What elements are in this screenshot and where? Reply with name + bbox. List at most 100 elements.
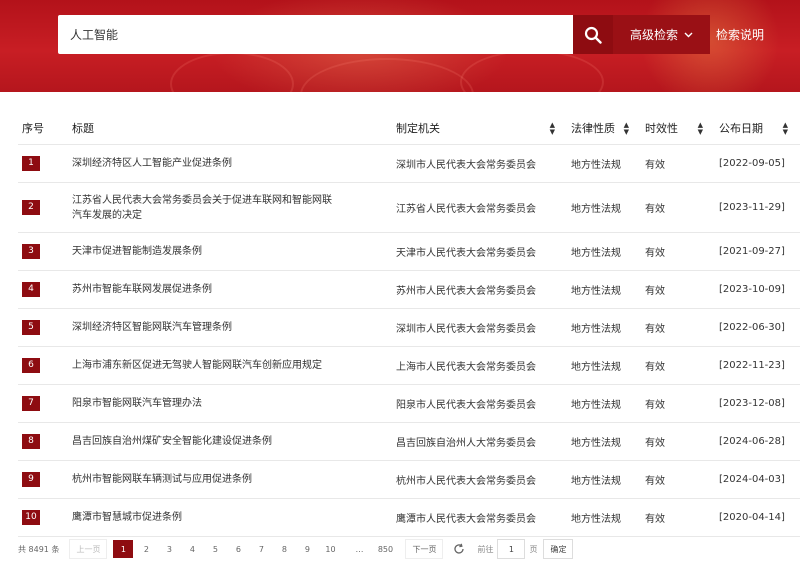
table-row[interactable]: 10 鹰潭市智慧城市促进条例 鹰潭市人民代表大会常务委员会 地方性法规 有效 [… xyxy=(18,498,800,537)
table-row[interactable]: 3 天津市促进智能制造发展条例 天津市人民代表大会常务委员会 地方性法规 有效 … xyxy=(18,232,800,271)
search-input[interactable] xyxy=(58,15,573,54)
row-validity: 有效 xyxy=(641,182,715,233)
table-row[interactable]: 6 上海市浦东新区促进无驾驶人智能网联汽车创新应用规定 上海市人民代表大会常务委… xyxy=(18,346,800,385)
page-button-5[interactable]: 5 xyxy=(205,540,225,558)
page-button-7[interactable]: 7 xyxy=(251,540,271,558)
prev-page-button[interactable]: 上一页 xyxy=(69,539,108,559)
page-button-10[interactable]: 10 xyxy=(320,540,340,558)
goto-suffix-label: 页 xyxy=(529,544,538,554)
row-title-link[interactable]: 上海市浦东新区促进无驾驶人智能网联汽车创新应用规定 xyxy=(68,346,392,385)
row-title-link[interactable]: 深圳经济特区人工智能产业促进条例 xyxy=(68,144,392,183)
table-row[interactable]: 2 江苏省人民代表大会常务委员会关于促进车联网和智能网联汽车发展的决定 江苏省人… xyxy=(18,182,800,233)
table-row[interactable]: 9 杭州市智能网联车辆测试与应用促进条例 杭州市人民代表大会常务委员会 地方性法… xyxy=(18,460,800,499)
refresh-icon xyxy=(454,543,465,554)
results-table: 序号 标题 制定机关 ▲ ▼ 法律性质 ▲ ▼ 时效性 ▲ ▼ 公布日期 ▲ ▼ 1 深圳经济特… xyxy=(18,92,800,537)
header-banner: 高级检索 检索说明 xyxy=(0,0,800,92)
row-validity: 有效 xyxy=(641,346,715,385)
page-button-1[interactable]: 1 xyxy=(113,540,134,558)
column-header-agency[interactable]: 制定机关 ▲ ▼ xyxy=(392,92,567,145)
row-agency: 阳泉市人民代表大会常务委员会 xyxy=(392,384,567,423)
table-header-row: 序号 标题 制定机关 ▲ ▼ 法律性质 ▲ ▼ 时效性 ▲ ▼ 公布日期 ▲ ▼ xyxy=(18,92,800,145)
page-button-2[interactable]: 2 xyxy=(136,540,156,558)
page-button-9[interactable]: 9 xyxy=(297,540,317,558)
column-header-nature[interactable]: 法律性质 ▲ ▼ xyxy=(567,92,641,145)
row-number-badge: 2 xyxy=(22,200,40,215)
column-header-title: 标题 xyxy=(68,92,392,145)
row-validity: 有效 xyxy=(641,460,715,499)
refresh-button[interactable] xyxy=(453,543,465,555)
sort-icon[interactable]: ▲ ▼ xyxy=(550,122,555,136)
next-page-button[interactable]: 下一页 xyxy=(405,539,444,559)
chevron-down-icon xyxy=(684,32,693,37)
row-agency: 苏州市人民代表大会常务委员会 xyxy=(392,270,567,309)
table-row[interactable]: 8 昌吉回族自治州煤矿安全智能化建设促进条例 昌吉回族自治州人大常务委员会 地方… xyxy=(18,422,800,461)
column-header-validity[interactable]: 时效性 ▲ ▼ xyxy=(641,92,715,145)
row-number-badge: 3 xyxy=(22,244,40,259)
page-button-last[interactable]: 850 xyxy=(375,540,395,558)
row-title-link[interactable]: 杭州市智能网联车辆测试与应用促进条例 xyxy=(68,460,392,499)
row-title-link[interactable]: 深圳经济特区智能网联汽车管理条例 xyxy=(68,308,392,347)
page-button-8[interactable]: 8 xyxy=(274,540,294,558)
page-button-6[interactable]: 6 xyxy=(228,540,248,558)
row-date: [2022-06-30] xyxy=(715,308,800,347)
row-number-badge: 5 xyxy=(22,320,40,335)
row-date: [2023-11-29] xyxy=(715,182,800,233)
table-row[interactable]: 5 深圳经济特区智能网联汽车管理条例 深圳市人民代表大会常务委员会 地方性法规 … xyxy=(18,308,800,347)
row-agency: 天津市人民代表大会常务委员会 xyxy=(392,232,567,271)
row-date: [2022-11-23] xyxy=(715,346,800,385)
row-validity: 有效 xyxy=(641,232,715,271)
search-help-link[interactable]: 检索说明 xyxy=(716,26,764,43)
row-title-link[interactable]: 江苏省人民代表大会常务委员会关于促进车联网和智能网联汽车发展的决定 xyxy=(68,182,392,233)
row-agency: 杭州市人民代表大会常务委员会 xyxy=(392,460,567,499)
row-agency: 上海市人民代表大会常务委员会 xyxy=(392,346,567,385)
row-number-badge: 9 xyxy=(22,472,40,487)
row-number-badge: 1 xyxy=(22,156,40,171)
search-button[interactable] xyxy=(573,15,613,54)
row-nature: 地方性法规 xyxy=(567,144,641,183)
row-nature: 地方性法规 xyxy=(567,460,641,499)
row-agency: 江苏省人民代表大会常务委员会 xyxy=(392,182,567,233)
row-number-badge: 10 xyxy=(22,510,40,525)
page-button-4[interactable]: 4 xyxy=(182,540,202,558)
row-nature: 地方性法规 xyxy=(567,308,641,347)
row-validity: 有效 xyxy=(641,308,715,347)
sort-icon[interactable]: ▲ ▼ xyxy=(783,122,788,136)
search-icon xyxy=(584,26,602,44)
table-row[interactable]: 1 深圳经济特区人工智能产业促进条例 深圳市人民代表大会常务委员会 地方性法规 … xyxy=(18,144,800,183)
goto-prefix-label: 前往 xyxy=(477,544,494,554)
row-nature: 地方性法规 xyxy=(567,498,641,537)
page-button-3[interactable]: 3 xyxy=(159,540,179,558)
row-agency: 鹰潭市人民代表大会常务委员会 xyxy=(392,498,567,537)
advanced-search-button[interactable]: 高级检索 xyxy=(613,15,710,54)
row-title-link[interactable]: 鹰潭市智慧城市促进条例 xyxy=(68,498,392,537)
row-nature: 地方性法规 xyxy=(567,422,641,461)
row-title-link[interactable]: 阳泉市智能网联汽车管理办法 xyxy=(68,384,392,423)
row-title-link[interactable]: 昌吉回族自治州煤矿安全智能化建设促进条例 xyxy=(68,422,392,461)
row-date: [2020-04-14] xyxy=(715,498,800,537)
row-date: [2024-04-03] xyxy=(715,460,800,499)
page-ellipsis[interactable]: … xyxy=(349,540,369,558)
advanced-search-label: 高级检索 xyxy=(629,28,678,42)
row-title-link[interactable]: 苏州市智能车联网发展促进条例 xyxy=(68,270,392,309)
row-number-badge: 6 xyxy=(22,358,40,373)
sort-icon[interactable]: ▲ ▼ xyxy=(624,122,629,136)
table-row[interactable]: 7 阳泉市智能网联汽车管理办法 阳泉市人民代表大会常务委员会 地方性法规 有效 … xyxy=(18,384,800,423)
row-nature: 地方性法规 xyxy=(567,270,641,309)
pagination: 共 8491 条 上一页 1 2 3 4 5 6 7 8 9 10 … 850 … xyxy=(18,539,574,559)
table-row[interactable]: 4 苏州市智能车联网发展促进条例 苏州市人民代表大会常务委员会 地方性法规 有效… xyxy=(18,270,800,309)
row-date: [2023-10-09] xyxy=(715,270,800,309)
column-header-index: 序号 xyxy=(18,92,68,145)
row-nature: 地方性法规 xyxy=(567,384,641,423)
row-agency: 深圳市人民代表大会常务委员会 xyxy=(392,308,567,347)
row-agency: 昌吉回族自治州人大常务委员会 xyxy=(392,422,567,461)
goto-page-input[interactable] xyxy=(497,539,526,559)
sort-icon[interactable]: ▲ ▼ xyxy=(698,122,703,136)
row-number-badge: 8 xyxy=(22,434,40,449)
row-number-badge: 7 xyxy=(22,396,40,411)
row-validity: 有效 xyxy=(641,422,715,461)
row-date: [2022-09-05] xyxy=(715,144,800,183)
goto-confirm-button[interactable]: 确定 xyxy=(543,539,574,559)
row-title-link[interactable]: 天津市促进智能制造发展条例 xyxy=(68,232,392,271)
column-header-date[interactable]: 公布日期 ▲ ▼ xyxy=(715,92,800,145)
row-date: [2021-09-27] xyxy=(715,232,800,271)
